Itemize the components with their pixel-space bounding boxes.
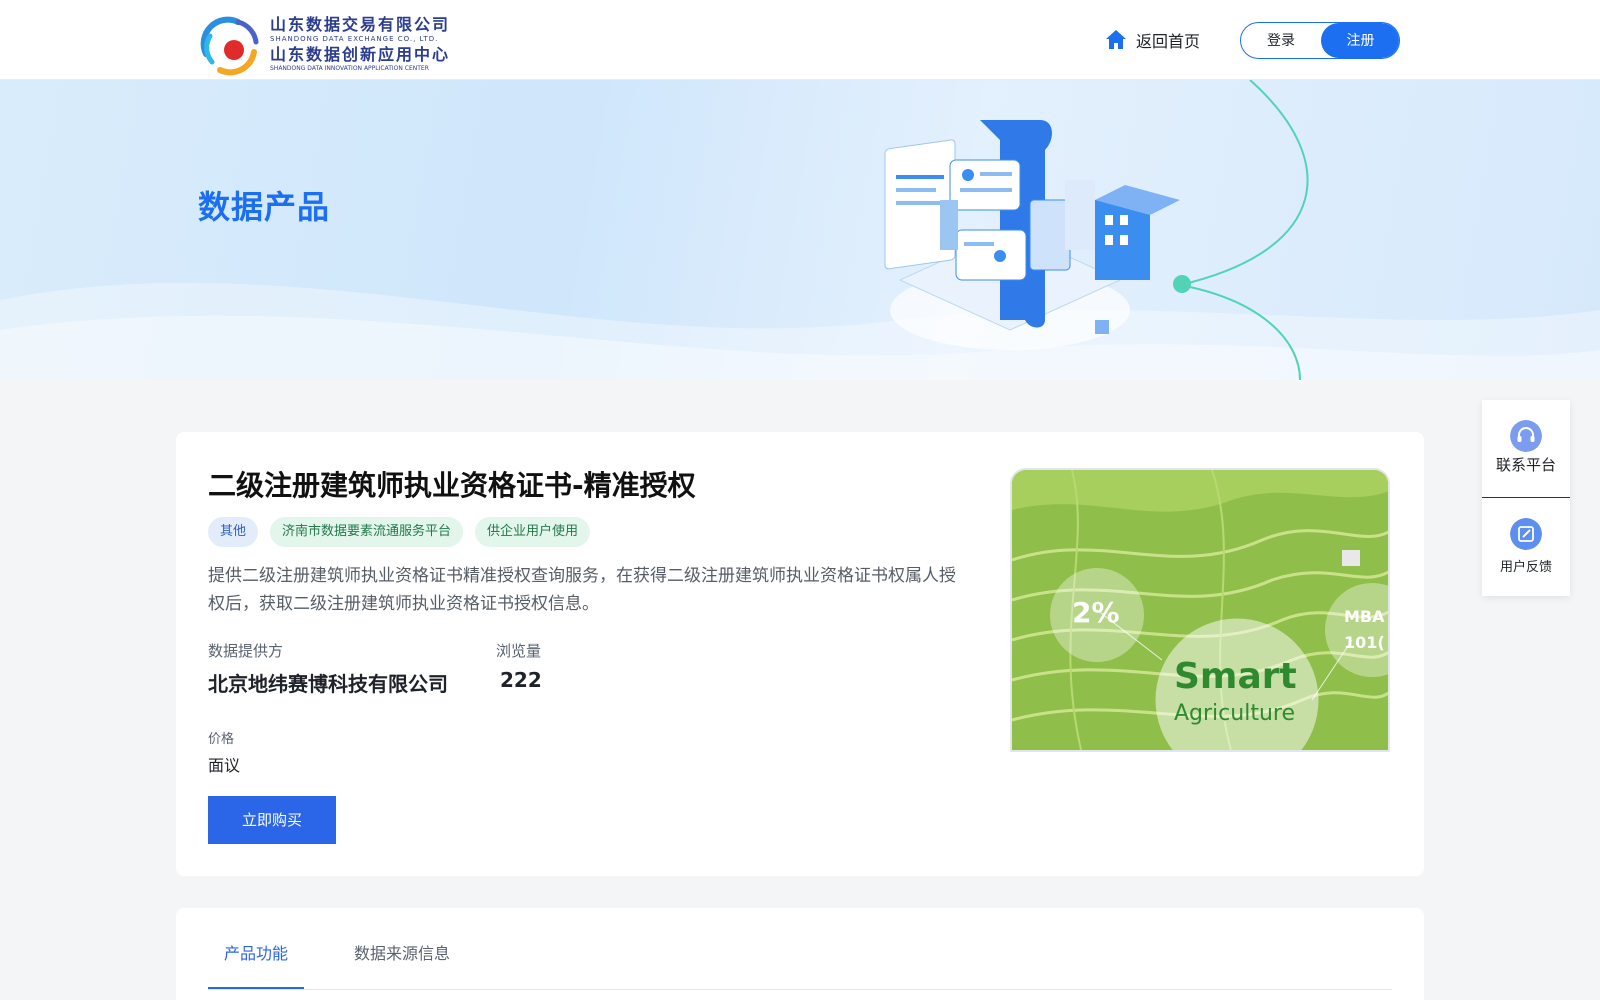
product-image: 2% Smart Agriculture MBA 101(	[1010, 468, 1390, 752]
user-feedback-button[interactable]: 用户反馈	[1482, 498, 1570, 596]
smart-agriculture-image: 2% Smart Agriculture MBA 101(	[1012, 470, 1388, 750]
login-button[interactable]: 登录	[1241, 23, 1321, 58]
logo-center-name-en: SHANDONG DATA INNOVATION APPLICATION CEN…	[270, 65, 429, 72]
tag-platform: 济南市数据要素流通服务平台	[270, 517, 464, 547]
logo-mark-icon	[200, 16, 259, 76]
views-label: 浏览量	[496, 642, 542, 660]
product-tabs-card: 产品功能 数据来源信息	[176, 908, 1424, 1000]
image-text-main: Smart	[1174, 656, 1297, 697]
image-side-text-2: 101(	[1344, 633, 1385, 652]
views-count: 222	[500, 668, 542, 692]
register-button[interactable]: 注册	[1321, 23, 1399, 58]
company-logo[interactable]: 山东数据交易有限公司 SHANDONG DATA EXCHANGE CO., L…	[198, 14, 458, 76]
tag-category: 其他	[208, 517, 259, 547]
product-tags: 其他 济南市数据要素流通服务平台 供企业用户使用	[208, 517, 591, 547]
back-home-label: 返回首页	[1136, 32, 1201, 51]
contact-platform-button[interactable]: 联系平台	[1482, 400, 1570, 498]
provider-label: 数据提供方	[208, 642, 284, 660]
user-feedback-label: 用户反馈	[1499, 560, 1552, 575]
logo-company-name: 山东数据交易有限公司	[270, 15, 451, 34]
top-header: 山东数据交易有限公司 SHANDONG DATA EXCHANGE CO., L…	[0, 0, 1600, 80]
page-title: 数据产品	[198, 188, 331, 226]
home-icon	[1106, 30, 1126, 49]
buy-now-button[interactable]: 立即购买	[208, 796, 336, 844]
price-value: 面议	[208, 756, 241, 775]
product-description: 提供二级注册建筑师执业资格证书精准授权查询服务，在获得二级注册建筑师执业资格证书…	[208, 566, 956, 614]
floating-sidebar: 联系平台 用户反馈	[1482, 400, 1570, 596]
logo-center-name: 山东数据创新应用中心	[270, 45, 451, 64]
page-banner: 数据产品	[0, 80, 1600, 380]
image-text-sub: Agriculture	[1174, 701, 1295, 726]
provider-value: 北京地纬赛博科技有限公司	[208, 672, 448, 696]
logo-text: 山东数据交易有限公司 SHANDONG DATA EXCHANGE CO., L…	[270, 16, 450, 73]
image-badge-percent: 2%	[1072, 596, 1120, 629]
logo-company-name-en: SHANDONG DATA EXCHANGE CO., LTD.	[270, 35, 439, 43]
auth-buttons: 登录 注册	[1240, 22, 1400, 59]
tag-audience: 供企业用户使用	[475, 517, 591, 547]
tab-data-source-info[interactable]: 数据来源信息	[352, 936, 452, 989]
headset-icon	[1510, 420, 1542, 452]
contact-platform-label: 联系平台	[1495, 456, 1556, 474]
product-detail-card: 二级注册建筑师执业资格证书-精准授权 其他 济南市数据要素流通服务平台 供企业用…	[176, 432, 1424, 876]
product-title: 二级注册建筑师执业资格证书-精准授权	[208, 469, 696, 502]
product-tabs: 产品功能 数据来源信息	[208, 936, 1392, 990]
data-product-illustration	[884, 120, 1180, 350]
price-label: 价格	[208, 732, 235, 747]
image-side-text-1: MBA	[1344, 607, 1385, 626]
tab-product-features[interactable]: 产品功能	[208, 936, 304, 989]
back-home-link[interactable]: 返回首页	[1104, 26, 1200, 54]
edit-icon	[1510, 518, 1542, 550]
banner-wave-background	[0, 80, 1600, 380]
